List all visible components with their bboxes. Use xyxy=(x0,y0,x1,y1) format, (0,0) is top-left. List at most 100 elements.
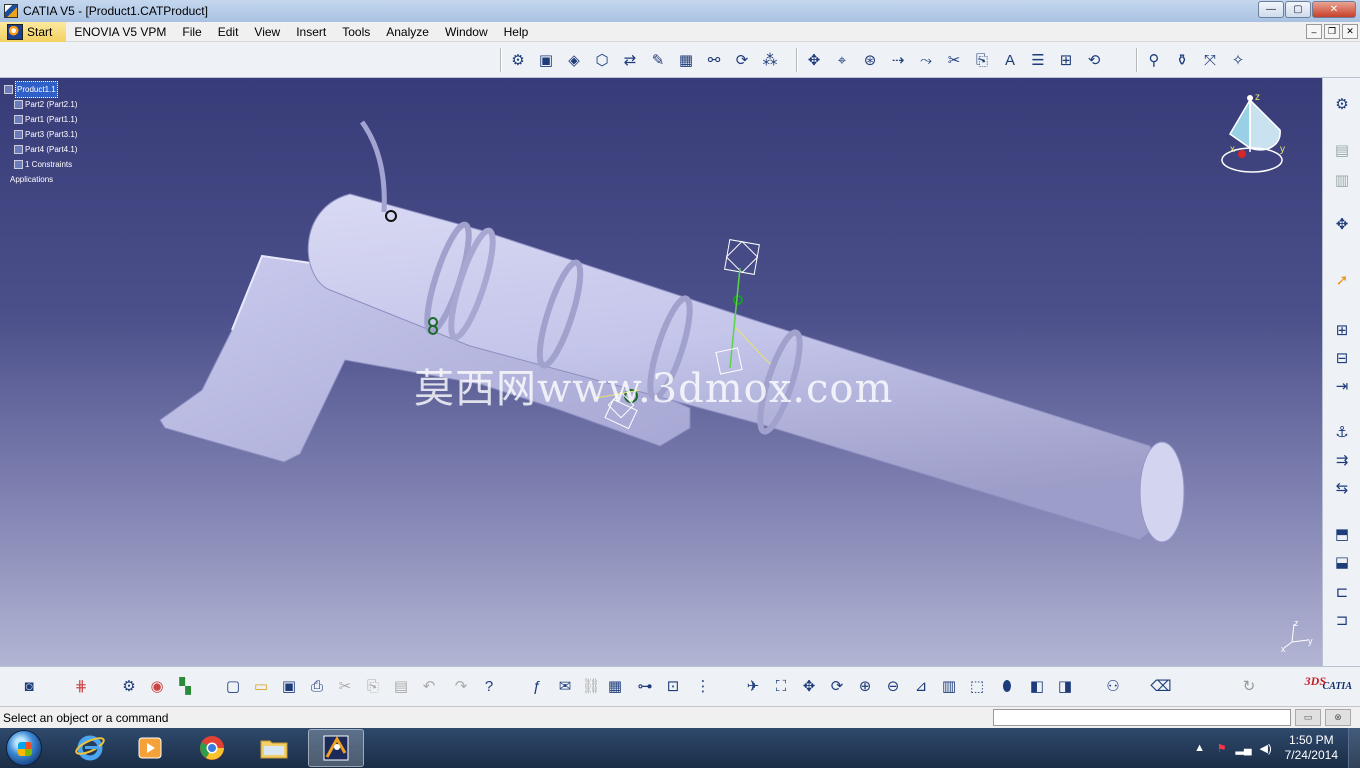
taskbar-chrome[interactable] xyxy=(184,729,240,767)
select-cursor-icon[interactable]: ➚ xyxy=(1330,268,1354,292)
apply-material-icon[interactable]: ⚙ xyxy=(118,675,140,697)
bill-of-material-icon[interactable]: ☰ xyxy=(1026,48,1050,72)
graph-tree-reordering-icon[interactable]: ▦ xyxy=(674,48,698,72)
smart-move-icon[interactable]: ⊛ xyxy=(858,48,882,72)
save-icon[interactable]: ▣ xyxy=(278,675,300,697)
menu-file[interactable]: File xyxy=(174,22,209,42)
update-icon[interactable]: ⟲ xyxy=(1082,48,1106,72)
copy-icon[interactable]: ⎘ xyxy=(362,675,384,697)
fix-component-icon[interactable]: ⚓ xyxy=(1330,420,1354,444)
taskbar-catia[interactable] xyxy=(308,729,364,767)
doc-close-button[interactable]: ✕ xyxy=(1342,24,1358,39)
iso-view-icon[interactable]: ⬚ xyxy=(966,675,988,697)
snap-icon[interactable]: ⌖ xyxy=(830,48,854,72)
existing-component-icon[interactable]: ⬡ xyxy=(590,48,614,72)
doc-restore-button[interactable]: ❐ xyxy=(1324,24,1340,39)
camera-icon[interactable]: ◙ xyxy=(18,675,40,697)
fit-all-icon[interactable]: ⛶ xyxy=(770,675,792,697)
menu-tools[interactable]: Tools xyxy=(334,22,378,42)
bounding-box-icon[interactable]: ⬒ xyxy=(1330,522,1354,546)
redo-icon[interactable]: ↷ xyxy=(450,675,472,697)
tray-expand-icon[interactable]: ▲ xyxy=(1191,739,1209,757)
distance-analysis-icon[interactable]: A xyxy=(998,48,1022,72)
normal-view-icon[interactable]: ⊿ xyxy=(910,675,932,697)
network-signal-icon[interactable]: ▂▄ xyxy=(1235,739,1253,757)
refresh-icon[interactable]: ⟳ xyxy=(730,48,754,72)
action-center-icon[interactable]: ⚑ xyxy=(1213,739,1231,757)
measure-between-icon[interactable]: ⚲ xyxy=(1142,48,1166,72)
clash-icon[interactable]: ✂ xyxy=(942,48,966,72)
toolbar-handle[interactable] xyxy=(500,48,502,72)
shading-icon[interactable]: ⬮ xyxy=(996,675,1018,697)
product-structure-icon[interactable]: ⚙ xyxy=(1330,92,1354,116)
fly-mode-icon[interactable]: ✈ xyxy=(742,675,764,697)
move-component-icon[interactable]: ✥ xyxy=(1330,212,1354,236)
new-component-icon[interactable]: ⚙ xyxy=(506,48,530,72)
new-product-icon[interactable]: ▣ xyxy=(534,48,558,72)
offset-constraint-icon[interactable]: ⇥ xyxy=(1330,374,1354,398)
tree-node-applications[interactable]: Applications xyxy=(4,172,77,187)
edit-pencil-icon[interactable]: ✎ xyxy=(646,48,670,72)
tree-node-part[interactable]: Part3 (Part3.1) xyxy=(4,127,77,142)
show-desktop-button[interactable] xyxy=(1348,728,1360,768)
coincidence-constraint-icon[interactable]: ⊞ xyxy=(1330,318,1354,342)
stop-manipulate-icon[interactable]: ⤳ xyxy=(914,48,938,72)
weld-feature-icon[interactable]: ⊏ xyxy=(1330,580,1354,604)
command-list-button[interactable]: ▭ xyxy=(1295,709,1321,726)
table-icon[interactable]: ▦ xyxy=(604,675,626,697)
taskbar-clock[interactable]: 1:50 PM 7/24/2014 xyxy=(1285,733,1338,763)
grid-icon[interactable]: ⋕ xyxy=(70,675,92,697)
measure-item-icon[interactable]: ⚱ xyxy=(1170,48,1194,72)
sectioning-icon[interactable]: ⎘ xyxy=(970,48,994,72)
constraint-marker[interactable] xyxy=(733,295,743,305)
tree-node-part[interactable]: Part1 (Part1.1) xyxy=(4,112,77,127)
replace-component-icon[interactable]: ⇄ xyxy=(618,48,642,72)
tree-node-root[interactable]: Product1.1 xyxy=(4,81,77,98)
zoom-out-icon[interactable]: ⊖ xyxy=(882,675,904,697)
menu-enovia[interactable]: ENOVIA V5 VPM xyxy=(66,22,174,42)
catia-app-icon[interactable] xyxy=(4,4,18,18)
tree-node-part[interactable]: Part2 (Part2.1) xyxy=(4,97,77,112)
title-bar[interactable]: CATIA V5 - [Product1.CATProduct] — ▢ ✕ xyxy=(0,0,1360,22)
zoom-in-icon[interactable]: ⊕ xyxy=(854,675,876,697)
swap-space-icon[interactable]: ◨ xyxy=(1054,675,1076,697)
explode-icon[interactable]: ⇢ xyxy=(886,48,910,72)
taskbar-media-player[interactable] xyxy=(122,729,178,767)
annotation-icon[interactable]: ⬓ xyxy=(1330,550,1354,574)
render-icon[interactable]: ◉ xyxy=(146,675,168,697)
menu-start[interactable]: Start xyxy=(0,21,67,42)
wand-icon[interactable]: ✧ xyxy=(1226,48,1250,72)
new-part-icon[interactable]: ◈ xyxy=(562,48,586,72)
generate-numbering-icon[interactable]: ⚯ xyxy=(702,48,726,72)
chain-icon[interactable]: ⛓ xyxy=(580,675,602,697)
text-flag-icon[interactable]: ⊐ xyxy=(1330,608,1354,632)
formula-icon[interactable]: ƒ xyxy=(526,675,548,697)
lock-icon[interactable]: ⊡ xyxy=(662,675,684,697)
start-orb-button[interactable] xyxy=(6,730,42,766)
toolbar-handle[interactable] xyxy=(796,48,798,72)
paste-icon[interactable]: ▤ xyxy=(390,675,412,697)
multi-instantiation-icon[interactable]: ⁂ xyxy=(758,48,782,72)
paste-icon[interactable]: ▥ xyxy=(1330,168,1354,192)
catalog-icon[interactable]: ▤ xyxy=(1330,138,1354,162)
close-button[interactable]: ✕ xyxy=(1312,1,1356,18)
conference-icon[interactable]: ⚇ xyxy=(1102,675,1124,697)
pan-icon[interactable]: ✥ xyxy=(798,675,820,697)
open-folder-icon[interactable]: ▭ xyxy=(250,675,272,697)
comment-icon[interactable]: ✉ xyxy=(554,675,576,697)
manipulation-icon[interactable]: ✥ xyxy=(802,48,826,72)
menu-analyze[interactable]: Analyze xyxy=(378,22,437,42)
menu-insert[interactable]: Insert xyxy=(288,22,334,42)
maximize-button[interactable]: ▢ xyxy=(1285,1,1311,18)
scene-icon[interactable]: ▚ xyxy=(174,675,196,697)
tree-node-part[interactable]: Part4 (Part4.1) xyxy=(4,142,77,157)
tree-node-constraints[interactable]: 1 Constraints xyxy=(4,157,77,172)
tree-expand-icon[interactable]: ⊶ xyxy=(634,675,656,697)
menu-view[interactable]: View xyxy=(246,22,288,42)
menu-edit[interactable]: Edit xyxy=(210,22,247,42)
command-input[interactable] xyxy=(993,709,1291,726)
quick-constraint-icon[interactable]: ⇆ xyxy=(1330,476,1354,500)
undo-icon[interactable]: ↶ xyxy=(418,675,440,697)
barrel-muzzle[interactable] xyxy=(1139,441,1185,543)
hide-show-icon[interactable]: ◧ xyxy=(1026,675,1048,697)
